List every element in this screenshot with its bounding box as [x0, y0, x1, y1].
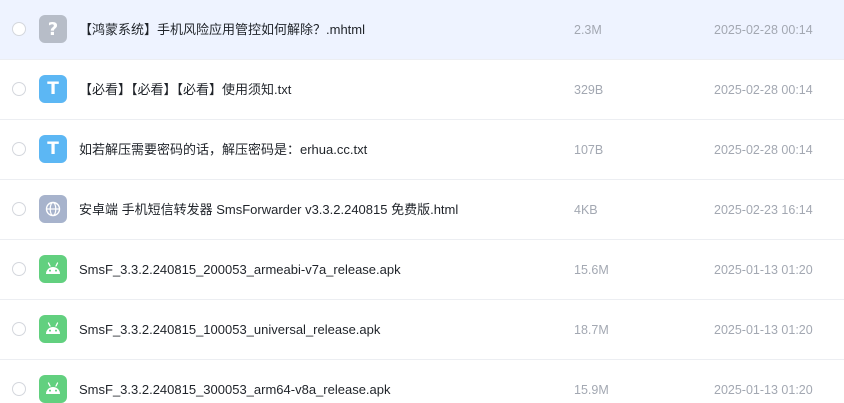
file-name[interactable]: SmsF_3.3.2.240815_100053_universal_relea…	[79, 321, 380, 339]
row-checkbox[interactable]	[12, 22, 26, 36]
file-row[interactable]: SmsF_3.3.2.240815_300053_arm64-v8a_relea…	[0, 360, 844, 403]
android-icon	[39, 255, 67, 283]
file-size: 107B	[574, 143, 604, 157]
row-checkbox[interactable]	[12, 262, 26, 276]
file-row[interactable]: 安卓端 手机短信转发器 SmsForwarder v3.3.2.240815 免…	[0, 180, 844, 240]
file-size: 329B	[574, 83, 604, 97]
text-file-icon: T	[39, 75, 67, 103]
file-name[interactable]: 【鸿蒙系统】手机风险应用管控如何解除？.mhtml	[79, 21, 365, 39]
file-name[interactable]: 【必看】【必看】【必看】使用须知.txt	[79, 81, 291, 99]
row-checkbox[interactable]	[12, 82, 26, 96]
globe-icon	[39, 195, 67, 223]
file-name[interactable]: SmsF_3.3.2.240815_300053_arm64-v8a_relea…	[79, 381, 391, 399]
file-row[interactable]: T 【必看】【必看】【必看】使用须知.txt 329B 2025-02-28 0…	[0, 60, 844, 120]
file-date: 2025-01-13 01:20	[714, 323, 813, 337]
file-name[interactable]: 安卓端 手机短信转发器 SmsForwarder v3.3.2.240815 免…	[79, 201, 458, 219]
file-name[interactable]: 如若解压需要密码的话，解压密码是：erhua.cc.txt	[79, 141, 367, 159]
file-date: 2025-02-28 00:14	[714, 83, 813, 97]
row-checkbox[interactable]	[12, 382, 26, 396]
file-list: ? 【鸿蒙系统】手机风险应用管控如何解除？.mhtml 2.3M 2025-02…	[0, 0, 844, 403]
row-checkbox[interactable]	[12, 142, 26, 156]
text-file-icon: T	[39, 135, 67, 163]
file-date: 2025-01-13 01:20	[714, 383, 813, 397]
file-size: 18.7M	[574, 323, 609, 337]
android-icon	[39, 315, 67, 343]
row-checkbox[interactable]	[12, 322, 26, 336]
file-date: 2025-02-28 00:14	[714, 143, 813, 157]
file-date: 2025-01-13 01:20	[714, 263, 813, 277]
row-checkbox[interactable]	[12, 202, 26, 216]
unknown-file-icon: ?	[39, 15, 67, 43]
android-icon	[39, 375, 67, 403]
file-size: 15.9M	[574, 383, 609, 397]
file-row[interactable]: T 如若解压需要密码的话，解压密码是：erhua.cc.txt 107B 202…	[0, 120, 844, 180]
file-date: 2025-02-28 00:14	[714, 23, 813, 37]
file-row[interactable]: ? 【鸿蒙系统】手机风险应用管控如何解除？.mhtml 2.3M 2025-02…	[0, 0, 844, 60]
file-name[interactable]: SmsF_3.3.2.240815_200053_armeabi-v7a_rel…	[79, 261, 401, 279]
file-size: 2.3M	[574, 23, 602, 37]
file-row[interactable]: SmsF_3.3.2.240815_100053_universal_relea…	[0, 300, 844, 360]
file-size: 15.6M	[574, 263, 609, 277]
file-row[interactable]: SmsF_3.3.2.240815_200053_armeabi-v7a_rel…	[0, 240, 844, 300]
file-date: 2025-02-23 16:14	[714, 203, 813, 217]
file-size: 4KB	[574, 203, 598, 217]
